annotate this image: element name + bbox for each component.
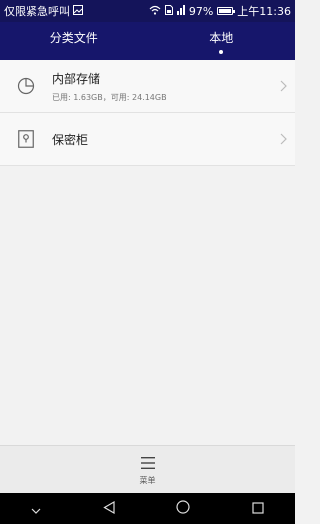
storage-list: 内部存储 已用: 1.63GB，可用: 24.14GB 保密柜	[0, 60, 295, 166]
back-icon[interactable]	[102, 499, 115, 518]
menu-button[interactable]: 菜单	[140, 454, 156, 486]
sim-icon	[164, 4, 173, 18]
tab-bar: 分类文件 本地	[0, 22, 295, 60]
tab-local[interactable]: 本地	[148, 22, 296, 60]
status-right: 97% 上午11:36	[149, 3, 291, 19]
image-icon	[73, 4, 83, 18]
tab-category-files[interactable]: 分类文件	[0, 22, 148, 60]
wifi-icon	[149, 5, 161, 18]
battery-percent: 97%	[188, 4, 214, 18]
list-item-title: 保密柜	[52, 132, 89, 147]
list-item-safe[interactable]: 保密柜	[0, 113, 295, 166]
recents-icon[interactable]	[252, 499, 264, 518]
list-item-internal-storage[interactable]: 内部存储 已用: 1.63GB，可用: 24.14GB	[0, 60, 295, 113]
tab-label: 分类文件	[49, 30, 98, 45]
storage-usage-text: 已用: 1.63GB，可用: 24.14GB	[52, 92, 167, 102]
status-bar: 仅限紧急呼叫 97% 上午11:36	[0, 0, 295, 22]
clock: 上午11:36	[237, 5, 291, 18]
home-icon[interactable]	[176, 499, 190, 518]
navigation-bar	[0, 493, 295, 524]
tab-indicator-dot	[219, 49, 224, 54]
chevron-right-icon	[271, 133, 295, 145]
carrier-text: 仅限紧急呼叫	[4, 5, 70, 18]
safe-icon	[0, 130, 52, 148]
battery-icon	[217, 7, 236, 15]
list-item-title: 内部存储	[52, 71, 101, 86]
status-left: 仅限紧急呼叫	[4, 3, 83, 19]
tab-label: 本地	[209, 30, 234, 45]
chevron-right-icon	[271, 80, 295, 92]
collapse-icon[interactable]	[31, 499, 41, 518]
menu-label: 菜单	[139, 475, 156, 485]
bottom-action-bar: 菜单	[0, 445, 295, 493]
signal-icon	[176, 4, 185, 18]
menu-icon	[140, 454, 155, 473]
pie-chart-icon	[0, 77, 52, 95]
